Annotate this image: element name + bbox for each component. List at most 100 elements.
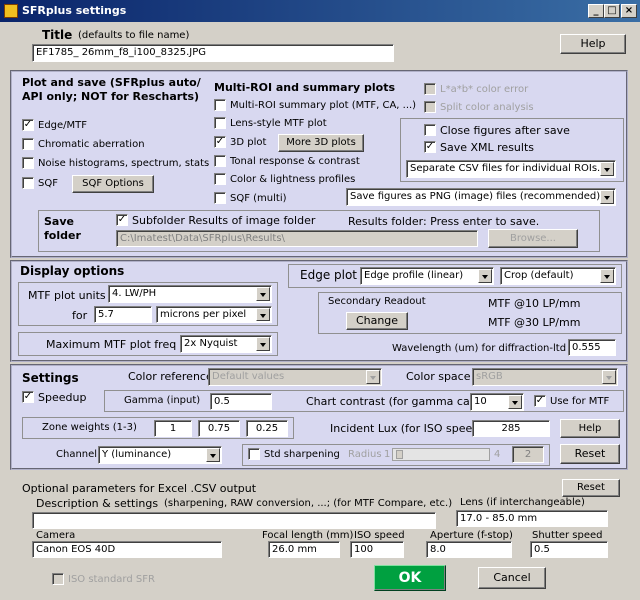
- radius-input[interactable]: 2: [512, 446, 544, 463]
- edge-mtf-label: Edge/MTF: [38, 120, 88, 131]
- lens-style-label: Lens-style MTF plot: [230, 118, 327, 129]
- zone-weight-2-input[interactable]: 0.75: [198, 420, 240, 437]
- png-select[interactable]: Save figures as PNG (image) files (recom…: [346, 188, 616, 206]
- for-label: for: [72, 309, 88, 322]
- chromatic-checkbox[interactable]: [22, 138, 34, 150]
- channel-value: Y (luminance): [102, 449, 172, 460]
- std-sharpening-checkbox[interactable]: [248, 448, 260, 460]
- title-input[interactable]: EF1785_ 26mm_f8_i100_8325.JPG: [32, 44, 394, 62]
- minimize-icon[interactable]: _: [588, 4, 604, 18]
- chart-contrast-label: Chart contrast (for gamma calc.): [306, 395, 487, 408]
- plot-3d-label: 3D plot: [230, 137, 267, 148]
- aperture-label: Aperture (f-stop): [430, 530, 513, 541]
- radius-slider[interactable]: [392, 448, 490, 461]
- speedup-checkbox[interactable]: ✓: [22, 391, 34, 403]
- multi-roi-checkbox[interactable]: [214, 99, 226, 111]
- max-freq-select[interactable]: 2x Nyquist: [180, 335, 272, 353]
- change-button[interactable]: Change: [346, 312, 408, 330]
- color-lightness-checkbox[interactable]: [214, 173, 226, 185]
- mtf10-readout: MTF @10 LP/mm: [488, 297, 581, 310]
- mtf-units-label: MTF plot units: [28, 289, 106, 302]
- sqf-multi-label: SQF (multi): [230, 193, 287, 204]
- camera-input[interactable]: Canon EOS 40D: [32, 541, 222, 558]
- chevron-down-icon: [366, 370, 380, 384]
- sqf-multi-checkbox[interactable]: [214, 192, 226, 204]
- optional-reset-button[interactable]: Reset: [562, 479, 620, 497]
- zone-weight-3-input[interactable]: 0.25: [246, 420, 288, 437]
- plot-3d-checkbox[interactable]: ✓: [214, 136, 226, 148]
- description-label: Description & settings: [36, 497, 159, 510]
- edge-mtf-checkbox[interactable]: ✓: [22, 119, 34, 131]
- chart-contrast-select[interactable]: 10: [470, 393, 524, 411]
- csv-files-value: Separate CSV files for individual ROIs.: [410, 163, 601, 174]
- tonal-label: Tonal response & contrast: [230, 156, 360, 167]
- noise-checkbox[interactable]: [22, 157, 34, 169]
- sqf-options-button[interactable]: SQF Options: [72, 175, 154, 193]
- edge-profile-select[interactable]: Edge profile (linear): [360, 267, 494, 285]
- color-reference-value: Default values: [212, 371, 285, 382]
- save-xml-checkbox[interactable]: ✓: [424, 141, 436, 153]
- plot-save-heading: Plot and save (SFRplus auto/: [22, 76, 201, 89]
- settings-help-button[interactable]: Help: [560, 419, 620, 438]
- close-icon[interactable]: ×: [621, 4, 637, 18]
- ok-button[interactable]: OK: [374, 565, 446, 591]
- browse-button[interactable]: Browse...: [488, 229, 578, 248]
- color-space-select[interactable]: sRGB: [472, 368, 618, 386]
- optional-heading: Optional parameters for Excel .CSV outpu…: [22, 482, 257, 495]
- lens-label: Lens (if interchangeable): [460, 497, 585, 508]
- multi-roi-label: Multi-ROI summary plot (MTF, CA, ...): [230, 100, 417, 111]
- window-title: SFRplus settings: [22, 4, 127, 17]
- help-button[interactable]: Help: [560, 34, 626, 54]
- subfolder-checkbox[interactable]: ✓: [116, 214, 128, 226]
- mtf-units-select[interactable]: 4. LW/PH: [108, 285, 272, 303]
- more-3d-button[interactable]: More 3D plots: [278, 134, 364, 152]
- save-folder-label-2: folder: [44, 229, 81, 242]
- sqf-checkbox[interactable]: [22, 177, 34, 189]
- lab-error-checkbox[interactable]: [424, 83, 436, 95]
- color-space-value: sRGB: [476, 371, 503, 382]
- max-freq-value: 2x Nyquist: [184, 338, 238, 349]
- iso-sfr-checkbox[interactable]: [52, 573, 64, 585]
- lens-style-checkbox[interactable]: [214, 117, 226, 129]
- color-lightness-label: Color & lightness profiles: [230, 174, 356, 185]
- iso-speed-input[interactable]: 100: [350, 541, 404, 558]
- close-figures-checkbox[interactable]: [424, 124, 436, 136]
- aperture-input[interactable]: 8.0: [426, 541, 512, 558]
- chart-contrast-value: 10: [474, 396, 487, 407]
- cancel-button[interactable]: Cancel: [478, 567, 546, 589]
- chevron-down-icon: [478, 269, 492, 283]
- channel-select[interactable]: Y (luminance): [98, 446, 222, 464]
- maximize-icon[interactable]: □: [604, 4, 620, 18]
- incident-lux-label: Incident Lux (for ISO speed): [330, 422, 484, 435]
- incident-lux-input[interactable]: 285: [472, 420, 550, 437]
- crop-select[interactable]: Crop (default): [500, 267, 616, 285]
- edge-profile-value: Edge profile (linear): [364, 270, 464, 281]
- lab-error-label: L*a*b* color error: [440, 84, 529, 95]
- tonal-checkbox[interactable]: [214, 155, 226, 167]
- focal-length-input[interactable]: 26.0 mm: [268, 541, 340, 558]
- title-bar: SFRplus settings _ □ ×: [0, 0, 640, 22]
- for-input[interactable]: 5.7: [94, 306, 152, 323]
- settings-reset-button[interactable]: Reset: [560, 444, 620, 464]
- use-for-mtf-checkbox[interactable]: ✓: [534, 395, 546, 407]
- gamma-input[interactable]: 0.5: [210, 393, 272, 410]
- csv-files-select[interactable]: Separate CSV files for individual ROIs.: [406, 160, 616, 178]
- shutter-speed-input[interactable]: 0.5: [530, 541, 608, 558]
- split-color-checkbox[interactable]: [424, 101, 436, 113]
- chevron-down-icon: [256, 287, 270, 301]
- color-reference-select[interactable]: Default values: [208, 368, 382, 386]
- mtf30-readout: MTF @30 LP/mm: [488, 316, 581, 329]
- radius-slider-thumb[interactable]: [396, 450, 403, 459]
- lens-input[interactable]: 17.0 - 85.0 mm: [456, 510, 608, 527]
- plot-save-heading-2: API only; NOT for Rescharts): [22, 90, 200, 103]
- results-folder-message: Results folder: Press enter to save.: [348, 215, 540, 228]
- folder-path-input[interactable]: C:\Imatest\Data\SFRplus\Results\: [116, 230, 478, 247]
- description-input[interactable]: [32, 512, 436, 529]
- wavelength-input[interactable]: 0.555: [568, 339, 616, 356]
- wavelength-label: Wavelength (um) for diffraction-ltd MTF: [392, 343, 590, 354]
- zone-weight-1-input[interactable]: 1: [154, 420, 192, 437]
- max-freq-label: Maximum MTF plot freq: [46, 338, 177, 351]
- split-color-label: Split color analysis: [440, 102, 534, 113]
- microns-select[interactable]: microns per pixel: [156, 306, 272, 323]
- display-options-heading: Display options: [20, 264, 125, 278]
